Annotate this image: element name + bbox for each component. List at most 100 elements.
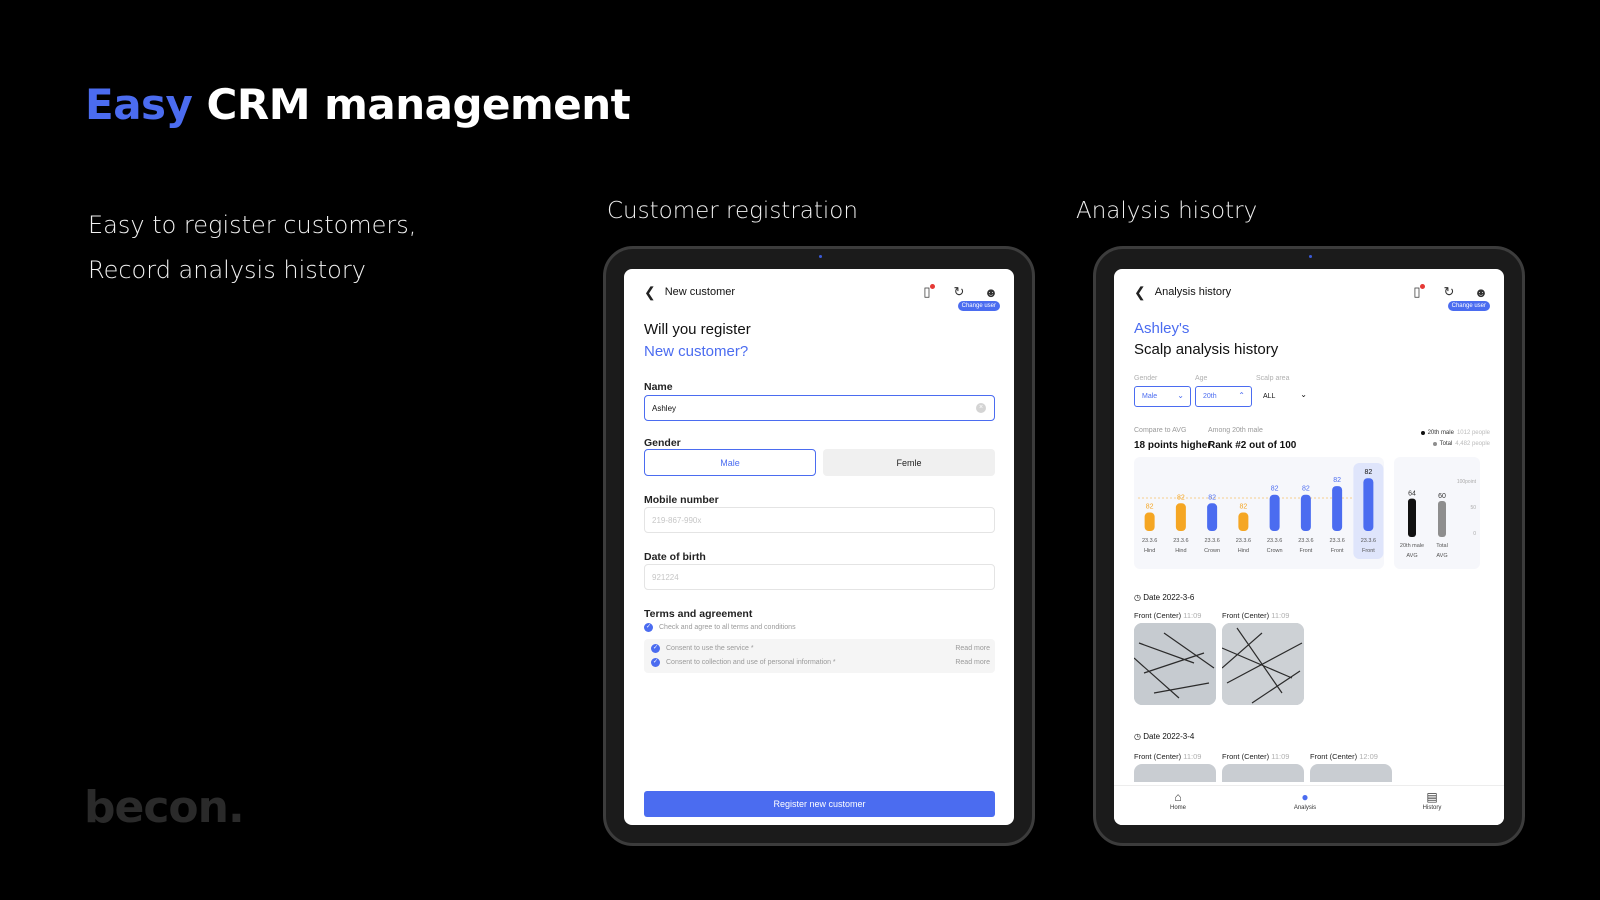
question-line-2: New customer? xyxy=(644,343,749,360)
back-arrow-icon[interactable]: ❮ xyxy=(1134,284,1146,301)
dob-field[interactable]: 921224 xyxy=(644,564,995,590)
nav-history-label: History xyxy=(1422,805,1442,811)
legend-male-count: 1012 people xyxy=(1456,430,1490,436)
scalp-image-thumbnail[interactable] xyxy=(1310,764,1392,782)
notification-dot xyxy=(1420,284,1425,289)
scalp-image xyxy=(1222,623,1304,705)
nav-history[interactable]: ▤ History xyxy=(1402,790,1462,811)
question-line-1: Will you register xyxy=(644,321,751,338)
avg-category-label: Total xyxy=(1436,543,1448,549)
bar-category-label: Crown xyxy=(1267,548,1283,554)
avg-ytick-label: 0 xyxy=(1473,531,1476,537)
bar-value-label: 82 xyxy=(1333,477,1341,484)
gender-male-button[interactable]: Male xyxy=(644,449,816,476)
average-bar-chart-svg: 64 20th male AVG 60 Total AVG 100point 50 0 xyxy=(1400,479,1477,559)
check-icon: ✓ xyxy=(651,644,660,653)
thumb-label-text: Front (Center) xyxy=(1222,611,1270,620)
date-label-2: ◷ Date 2022-3-4 xyxy=(1134,732,1194,741)
consent-service-checkbox[interactable]: ✓ Consent to use the service * xyxy=(651,644,754,653)
name-label: Name xyxy=(644,381,673,393)
camera xyxy=(819,255,822,258)
notification-dot xyxy=(930,284,935,289)
notification-icon[interactable]: ▯ xyxy=(918,284,936,300)
legend-dot xyxy=(1432,442,1437,446)
bar xyxy=(1238,512,1249,531)
registration-screen: ❮ New customer ▯ ↻ ☻ Change user Will yo… xyxy=(624,269,1014,825)
date-1-text: Date 2022-3-6 xyxy=(1143,593,1195,602)
gender-filter[interactable]: Male ⌄ xyxy=(1134,386,1191,407)
legend-total-count: 4,482 people xyxy=(1455,441,1490,447)
scalp-image-thumbnail[interactable] xyxy=(1222,764,1304,782)
age-filter[interactable]: 20th ⌃ xyxy=(1195,386,1252,407)
bar-category-label: Front xyxy=(1299,548,1312,554)
bar-value-label: 82 xyxy=(1177,494,1185,501)
user-icon[interactable]: ☻ xyxy=(982,284,1000,300)
read-more-link[interactable]: Read more xyxy=(955,659,990,666)
read-more-link[interactable]: Read more xyxy=(955,645,990,652)
thumb-time: 12:09 xyxy=(1359,752,1378,761)
change-user-tooltip[interactable]: Change user xyxy=(1447,301,1490,311)
history-bar-chart: 82 23.3.6 Hind 82 23.3.6 Hind 82 23.3.6 Crown 82 2… xyxy=(1134,457,1384,569)
bar-date-label: 23.3.6 xyxy=(1267,538,1282,544)
nav-analysis-label: Analysis xyxy=(1293,805,1317,811)
consent-personal-checkbox[interactable]: ✓ Consent to collection and use of perso… xyxy=(651,658,836,667)
slide-subtext: Easy to register customers, Record analy… xyxy=(88,203,416,293)
back-arrow-icon[interactable]: ❮ xyxy=(644,284,656,301)
bar-date-label: 23.3.6 xyxy=(1236,538,1251,544)
rank-value: Rank #2 out of 100 xyxy=(1208,440,1297,451)
refresh-icon[interactable]: ↻ xyxy=(1440,284,1458,300)
thumb-label: Front (Center) 11:09 xyxy=(1222,611,1289,620)
bar-category-label: Crown xyxy=(1204,548,1220,554)
notification-icon[interactable]: ▯ xyxy=(1408,284,1426,300)
register-button[interactable]: Register new customer xyxy=(644,791,995,817)
refresh-icon[interactable]: ↻ xyxy=(950,284,968,300)
gender-filter-value: Male xyxy=(1142,393,1158,400)
thumb-time: 11:09 xyxy=(1183,611,1202,620)
scalp-image-thumbnail[interactable] xyxy=(1134,764,1216,782)
area-filter[interactable]: ALL ⌄ xyxy=(1256,386,1313,407)
bottom-nav: ⌂ Home ● Analysis ▤ History xyxy=(1114,785,1504,825)
avg-ytick-label: 50 xyxy=(1470,505,1476,511)
thumb-label-text: Front (Center) xyxy=(1310,752,1358,761)
nav-home[interactable]: ⌂ Home xyxy=(1148,790,1208,811)
registration-section-title: Customer registration xyxy=(607,198,858,224)
avg-category-label: AVG xyxy=(1406,553,1417,559)
home-icon: ⌂ xyxy=(1174,790,1182,804)
history-section-title: Analysis hisotry xyxy=(1076,198,1258,224)
topbar-title: New customer xyxy=(664,286,736,298)
bar xyxy=(1300,494,1311,531)
thumb-time: 11:09 xyxy=(1183,752,1202,761)
bar-value-label: 82 xyxy=(1271,486,1279,493)
mobile-field[interactable]: 219-867-990x xyxy=(644,507,995,533)
gender-female-button[interactable]: Femle xyxy=(823,449,995,476)
user-icon[interactable]: ☻ xyxy=(1472,284,1490,300)
headline-rest: CRM management xyxy=(192,80,631,129)
scalp-image-thumbnail[interactable] xyxy=(1222,623,1304,705)
bar xyxy=(1332,486,1343,531)
thumb-label-text: Front (Center) xyxy=(1222,752,1270,761)
thumb-time: 11:09 xyxy=(1271,611,1290,620)
bar xyxy=(1175,503,1186,531)
name-field[interactable]: Ashley × xyxy=(644,395,995,421)
average-bar-chart: 64 20th male AVG 60 Total AVG 100point 50 0 xyxy=(1394,457,1480,569)
clear-icon[interactable]: × xyxy=(976,403,986,413)
bar-value-label: 82 xyxy=(1364,469,1372,476)
scalp-image xyxy=(1134,623,1216,705)
scalp-image-thumbnail[interactable] xyxy=(1134,623,1216,705)
bar xyxy=(1363,478,1374,531)
agree-all-checkbox[interactable]: ✓ Check and agree to all terms and condi… xyxy=(644,623,796,632)
gender-filter-label: Gender xyxy=(1134,375,1158,382)
avg-category-label: AVG xyxy=(1436,553,1447,559)
thumb-time: 11:09 xyxy=(1271,752,1290,761)
customer-name: Ashley's xyxy=(1134,320,1190,337)
subtext-line-2: Record analysis history xyxy=(88,256,366,284)
becon-logo: becon. xyxy=(84,782,245,833)
change-user-tooltip[interactable]: Change user xyxy=(957,301,1000,311)
thumb-label: Front (Center) 11:09 xyxy=(1222,752,1289,761)
check-icon: ✓ xyxy=(651,658,660,667)
date-label-1: ◷ Date 2022-3-6 xyxy=(1134,593,1194,602)
nav-analysis[interactable]: ● Analysis xyxy=(1275,790,1335,811)
bar-value-label: 82 xyxy=(1208,494,1216,501)
consent-service-text: Consent to use the service * xyxy=(666,645,754,652)
check-icon: ✓ xyxy=(644,623,653,632)
